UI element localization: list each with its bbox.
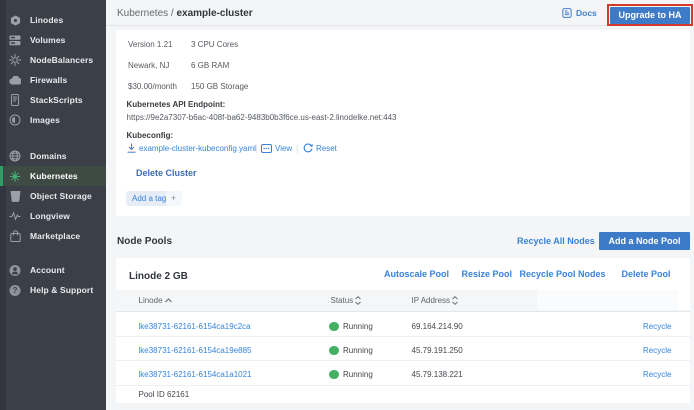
svg-text:?: ? — [13, 286, 18, 295]
